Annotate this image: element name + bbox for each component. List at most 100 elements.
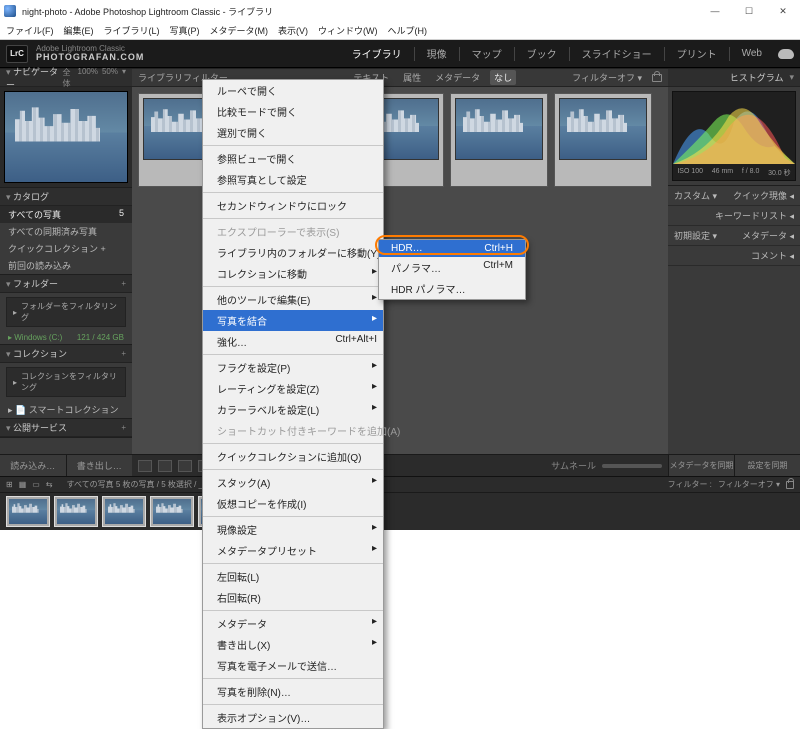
grid-thumb[interactable]: 4	[450, 93, 548, 187]
filter-attr[interactable]: 属性	[399, 70, 425, 85]
ctx-enhance[interactable]: 強化…Ctrl+Alt+I	[203, 331, 383, 352]
menu-view[interactable]: 表示(V)	[278, 24, 308, 37]
filmstrip-thumb[interactable]: 5	[6, 496, 50, 527]
ctx-goto-collection[interactable]: コレクションに移動▸	[203, 263, 383, 284]
submenu-hdr[interactable]: HDR…Ctrl+H	[379, 240, 525, 257]
window-maximize[interactable]: ☐	[732, 0, 766, 22]
sync-metadata-button[interactable]: メタデータを同期	[668, 455, 734, 476]
module-develop[interactable]: 現像	[425, 46, 449, 61]
ctx-add-quickcollection[interactable]: クイックコレクションに追加(Q)	[203, 446, 383, 467]
module-print[interactable]: プリント	[675, 46, 719, 61]
submenu-panorama[interactable]: パノラマ…Ctrl+M	[379, 257, 525, 278]
brand-text: Adobe Lightroom ClassicPHOTOGRAFAN.COM	[36, 45, 144, 62]
strip-view-4[interactable]: ⇆	[46, 480, 53, 489]
menu-metadata[interactable]: メタデータ(M)	[210, 24, 269, 37]
smart-collection[interactable]: ▸ 📄 スマートコレクション	[0, 401, 132, 418]
export-button[interactable]: 書き出し…	[67, 455, 133, 476]
panel-keyword-list[interactable]: キーワードリスト ◂	[668, 206, 800, 226]
collection-filter-button[interactable]: ▸ コレクションをフィルタリング	[6, 367, 126, 397]
navigator-preview[interactable]	[0, 87, 132, 187]
ctx-stack[interactable]: スタック(A)▸	[203, 472, 383, 493]
ctx-open-refview[interactable]: 参照ビューで開く	[203, 148, 383, 169]
filter-metadata[interactable]: メタデータ	[431, 70, 484, 85]
strip-filter-preset[interactable]: フィルターオフ ▾	[718, 479, 780, 490]
ctx-open-survey[interactable]: 選別で開く	[203, 122, 383, 143]
ctx-set-rating[interactable]: レーティングを設定(Z)▸	[203, 378, 383, 399]
ctx-metadata[interactable]: メタデータ▸	[203, 613, 383, 634]
ctx-metadata-preset[interactable]: メタデータプリセット▸	[203, 540, 383, 561]
histogram-header[interactable]: ヒストグラム ▾	[668, 69, 800, 87]
filmstrip-thumb[interactable]	[54, 496, 98, 527]
filter-lock-icon[interactable]	[652, 74, 662, 82]
window-minimize[interactable]: —	[698, 0, 732, 22]
ctx-open-compare[interactable]: 比較モードで開く	[203, 101, 383, 122]
ctx-view-options[interactable]: 表示オプション(V)…	[203, 707, 383, 728]
menu-edit[interactable]: 編集(E)	[64, 24, 94, 37]
ctx-edit-in[interactable]: 他のツールで編集(E)▸	[203, 289, 383, 310]
module-web[interactable]: Web	[740, 48, 764, 59]
menu-help[interactable]: ヘルプ(H)	[388, 24, 428, 37]
publish-header[interactable]: ▾ 公開サービス+	[0, 419, 132, 437]
ctx-set-refphoto[interactable]: 参照写真として設定	[203, 169, 383, 190]
catalog-prev-import[interactable]: 前回の読み込み	[0, 257, 132, 274]
folder-header[interactable]: ▾ フォルダー+	[0, 275, 132, 293]
ctx-delete[interactable]: 写真を削除(N)…	[203, 681, 383, 702]
ctx-rotate-right[interactable]: 右回転(R)	[203, 587, 383, 608]
module-slideshow[interactable]: スライドショー	[580, 46, 654, 61]
thumbnail-size-slider[interactable]	[602, 464, 662, 468]
ctx-export[interactable]: 書き出し(X)▸	[203, 634, 383, 655]
panel-comment[interactable]: コメント ◂	[668, 246, 800, 266]
collection-header[interactable]: ▾ コレクション+	[0, 345, 132, 363]
catalog-quick[interactable]: クイックコレクション +	[0, 240, 132, 257]
lrc-badge: LrC	[6, 45, 28, 63]
filter-preset-dropdown[interactable]: フィルターオフ ▾	[568, 70, 646, 85]
ctx-set-color[interactable]: カラーラベルを設定(L)▸	[203, 399, 383, 420]
folder-drive[interactable]: ▸ Windows (C:)121 / 424 GB	[0, 331, 132, 344]
catalog-synced[interactable]: すべての同期済み写真	[0, 223, 132, 240]
ctx-set-flag[interactable]: フラグを設定(P)▸	[203, 357, 383, 378]
ctx-goto-folder[interactable]: ライブラリ内のフォルダーに移動(Y)	[203, 242, 383, 263]
strip-filter-label: フィルター :	[668, 479, 712, 490]
ctx-photo-merge[interactable]: 写真を結合▸	[203, 310, 383, 331]
ctx-rotate-left[interactable]: 左回転(L)	[203, 566, 383, 587]
grid-thumb[interactable]: 5	[554, 93, 652, 187]
menu-file[interactable]: ファイル(F)	[6, 24, 54, 37]
ctx-virtual-copy[interactable]: 仮想コピーを作成(I)	[203, 493, 383, 514]
panel-quick-develop[interactable]: カスタム ▾クイック現像 ◂	[668, 186, 800, 206]
folder-filter-button[interactable]: ▸ フォルダーをフィルタリング	[6, 297, 126, 327]
sync-settings-button[interactable]: 設定を同期	[734, 455, 800, 476]
view-loupe-icon[interactable]	[158, 460, 172, 472]
context-menu: ルーペで開く 比較モードで開く 選別で開く 参照ビューで開く 参照写真として設定…	[202, 79, 384, 729]
import-button[interactable]: 読み込み…	[0, 455, 66, 476]
navigator-header[interactable]: ▾ ナビゲーター 全体100%50% ▾	[0, 69, 132, 87]
strip-lock-icon[interactable]	[786, 481, 794, 489]
menu-library[interactable]: ライブラリ(L)	[104, 24, 160, 37]
window-close[interactable]: ✕	[766, 0, 800, 22]
catalog-all-photos[interactable]: すべての写真5	[0, 206, 132, 223]
window-titlebar: night-photo - Adobe Photoshop Lightroom …	[0, 0, 800, 22]
strip-view-2[interactable]: ▦	[19, 480, 27, 489]
strip-view-3[interactable]: ▭	[32, 480, 40, 489]
filmstrip[interactable]: 5	[0, 493, 800, 530]
filmstrip-thumb[interactable]	[150, 496, 194, 527]
panel-metadata[interactable]: 初期設定 ▾メタデータ ◂	[668, 226, 800, 246]
module-map[interactable]: マップ	[470, 46, 504, 61]
view-compare-icon[interactable]	[178, 460, 192, 472]
catalog-header[interactable]: ▾ カタログ	[0, 188, 132, 206]
ctx-lock-2nd[interactable]: セカンドウィンドウにロック	[203, 195, 383, 216]
ctx-add-keyword: ショートカット付きキーワードを追加(A)	[203, 420, 383, 441]
filmstrip-thumb[interactable]	[102, 496, 146, 527]
cloud-sync-icon[interactable]	[778, 49, 794, 59]
view-grid-icon[interactable]	[138, 460, 152, 472]
submenu-hdr-panorama[interactable]: HDR パノラマ…	[379, 278, 525, 299]
ctx-open-loupe[interactable]: ルーペで開く	[203, 80, 383, 101]
ctx-email[interactable]: 写真を電子メールで送信…	[203, 655, 383, 676]
module-book[interactable]: ブック	[525, 46, 559, 61]
window-title: night-photo - Adobe Photoshop Lightroom …	[22, 5, 273, 18]
menu-window[interactable]: ウィンドウ(W)	[318, 24, 378, 37]
module-library[interactable]: ライブラリ	[350, 46, 404, 61]
filter-none[interactable]: なし	[490, 70, 516, 85]
menu-photo[interactable]: 写真(P)	[170, 24, 200, 37]
ctx-show-explorer: エクスプローラーで表示(S)	[203, 221, 383, 242]
strip-view-1[interactable]: ⊞	[6, 480, 13, 489]
